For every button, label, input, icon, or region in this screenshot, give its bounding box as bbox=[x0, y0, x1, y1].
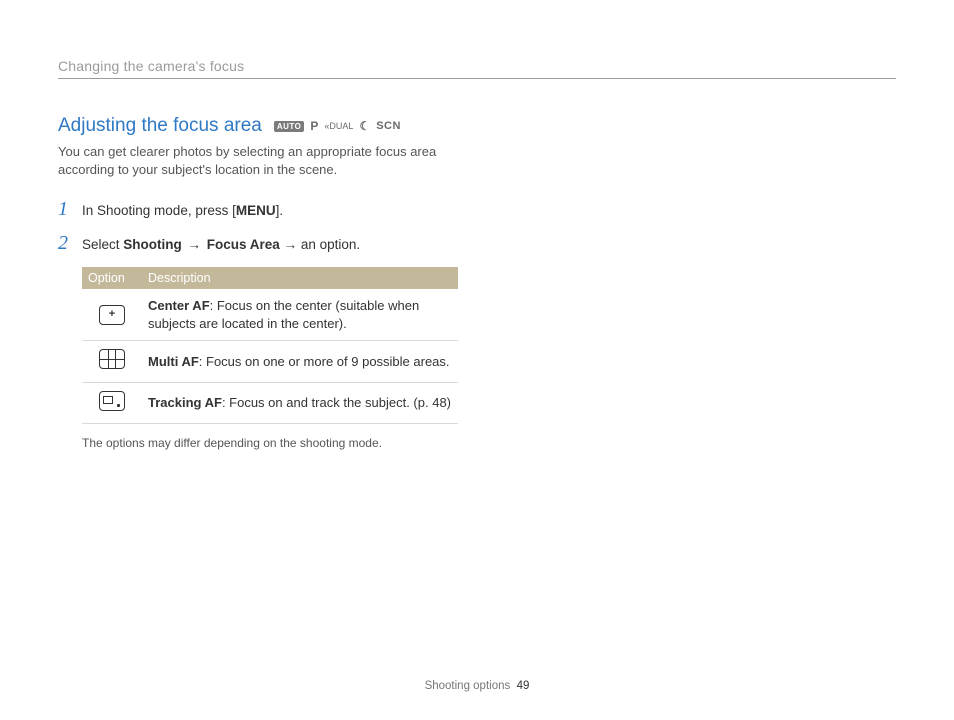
footer-section: Shooting options bbox=[425, 680, 511, 692]
table-row: Center AF: Focus on the center (suitable… bbox=[82, 289, 458, 341]
multi-af-icon bbox=[99, 349, 125, 369]
mode-program-icon: P bbox=[310, 119, 318, 133]
table-header-description: Description bbox=[142, 267, 458, 289]
heading-row: Adjusting the focus area AUTO P «DUAL ☾ … bbox=[58, 115, 458, 137]
mode-icons-row: AUTO P «DUAL ☾ SCN bbox=[274, 119, 401, 133]
table-cell-description: Tracking AF: Focus on and track the subj… bbox=[142, 382, 458, 424]
mode-dual-icon: «DUAL bbox=[324, 121, 353, 131]
step-2: 2 Select Shooting → Focus Area → an opti… bbox=[58, 233, 458, 255]
tracking-af-icon bbox=[99, 391, 125, 411]
page: Changing the camera's focus Adjusting th… bbox=[0, 0, 954, 720]
table-header-option: Option bbox=[82, 267, 142, 289]
table-footnote: The options may differ depending on the … bbox=[82, 436, 458, 450]
table-row: Tracking AF: Focus on and track the subj… bbox=[82, 382, 458, 424]
content-column: Adjusting the focus area AUTO P «DUAL ☾ … bbox=[58, 115, 458, 450]
mode-auto-icon: AUTO bbox=[274, 121, 305, 132]
table-header-row: Option Description bbox=[82, 267, 458, 289]
page-footer: Shooting options 49 bbox=[0, 680, 954, 692]
table-row: Multi AF: Focus on one or more of 9 poss… bbox=[82, 341, 458, 383]
table-cell-description: Center AF: Focus on the center (suitable… bbox=[142, 289, 458, 341]
breadcrumb: Changing the camera's focus bbox=[58, 58, 896, 79]
mode-scn-icon: SCN bbox=[376, 120, 401, 132]
step-number: 2 bbox=[58, 233, 72, 253]
page-heading: Adjusting the focus area bbox=[58, 115, 262, 137]
step-number: 1 bbox=[58, 199, 72, 219]
step-1: 1 In Shooting mode, press [MENU]. bbox=[58, 199, 458, 221]
page-number: 49 bbox=[517, 680, 530, 692]
step-text: Select Shooting → Focus Area → an option… bbox=[82, 236, 360, 255]
table-cell-description: Multi AF: Focus on one or more of 9 poss… bbox=[142, 341, 458, 383]
mode-night-icon: ☾ bbox=[359, 119, 370, 133]
step-text: In Shooting mode, press [MENU]. bbox=[82, 202, 283, 221]
intro-text: You can get clearer photos by selecting … bbox=[58, 143, 458, 179]
center-af-icon bbox=[99, 305, 125, 325]
options-table: Option Description Center AF: Focus on t… bbox=[82, 267, 458, 424]
